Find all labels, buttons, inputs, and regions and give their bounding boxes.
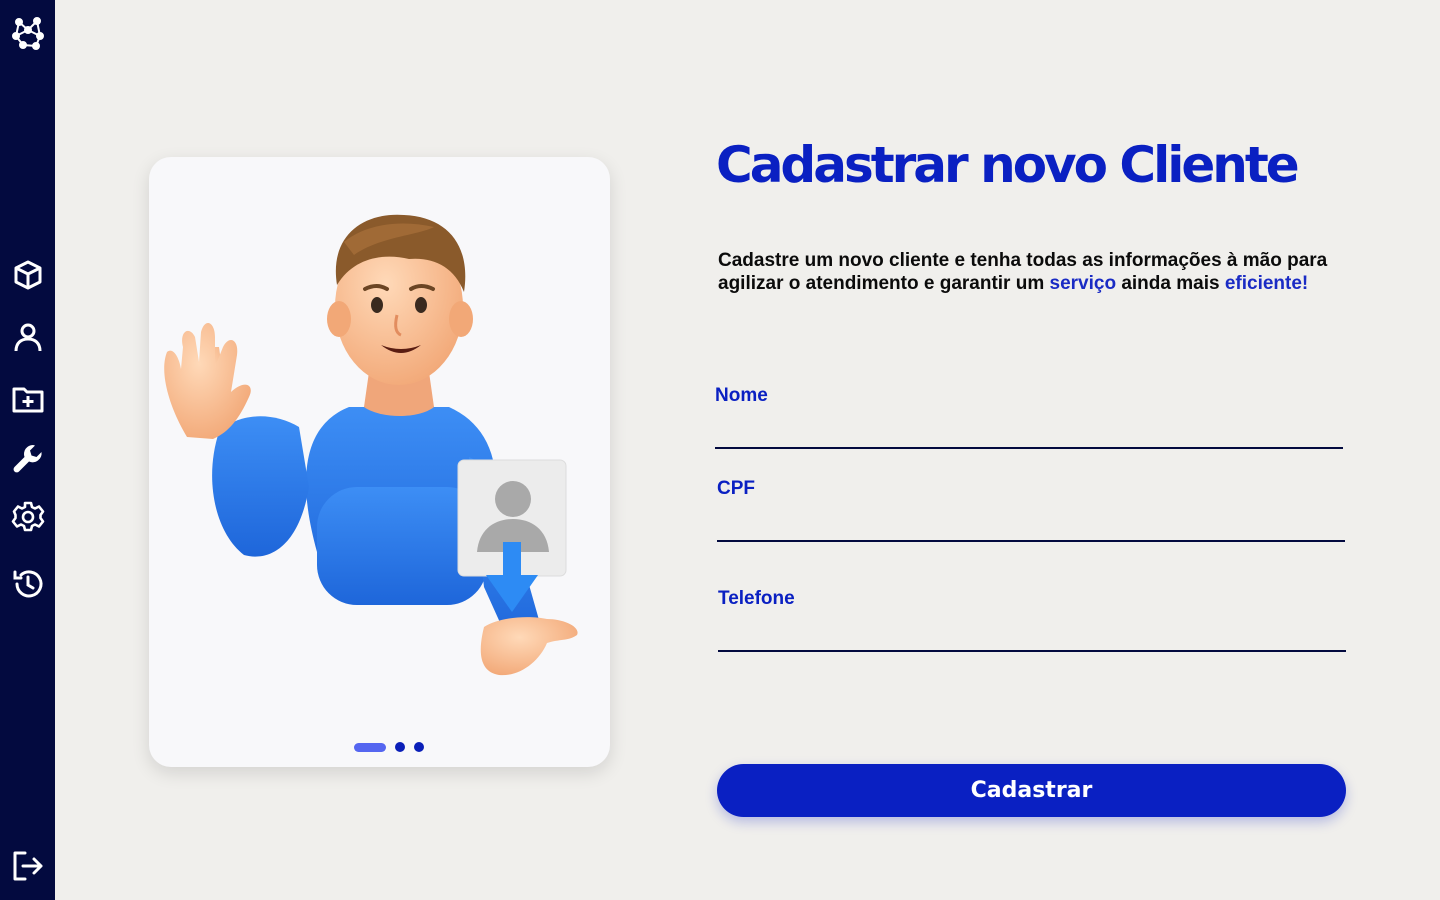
name-label: Nome <box>715 385 768 406</box>
cpf-label: CPF <box>717 478 755 499</box>
folder-add-icon[interactable] <box>10 381 46 417</box>
page-description: Cadastre um novo cliente e tenha todas a… <box>718 249 1328 295</box>
description-highlight-service: serviço <box>1049 273 1117 294</box>
phone-input[interactable] <box>718 618 1346 652</box>
cube-icon[interactable] <box>10 257 46 293</box>
cpf-input[interactable] <box>717 508 1345 542</box>
page-title: Cadastrar novo Cliente <box>716 136 1300 194</box>
sidebar <box>0 0 55 900</box>
person-waving-illustration <box>164 214 578 676</box>
carousel-dot-1[interactable] <box>354 742 386 752</box>
phone-label: Telefone <box>718 588 795 609</box>
description-text-2: ainda mais <box>1116 273 1225 294</box>
name-input[interactable] <box>715 415 1343 449</box>
carousel-dot-3[interactable] <box>414 742 424 752</box>
logout-icon[interactable] <box>10 848 46 884</box>
logo-network-icon[interactable] <box>10 15 46 51</box>
wrench-icon[interactable] <box>10 441 46 477</box>
name-field: Nome <box>715 385 1343 449</box>
carousel-dot-2[interactable] <box>395 742 405 752</box>
carousel-indicator <box>354 742 424 752</box>
user-icon[interactable] <box>10 319 46 355</box>
register-button[interactable]: Cadastrar <box>717 764 1346 817</box>
history-icon[interactable] <box>10 566 46 602</box>
gear-icon[interactable] <box>10 499 46 535</box>
description-highlight-efficient: eficiente! <box>1224 273 1309 294</box>
phone-field: Telefone <box>718 588 1346 652</box>
illustration-card <box>149 157 610 767</box>
cpf-field: CPF <box>717 478 1345 542</box>
